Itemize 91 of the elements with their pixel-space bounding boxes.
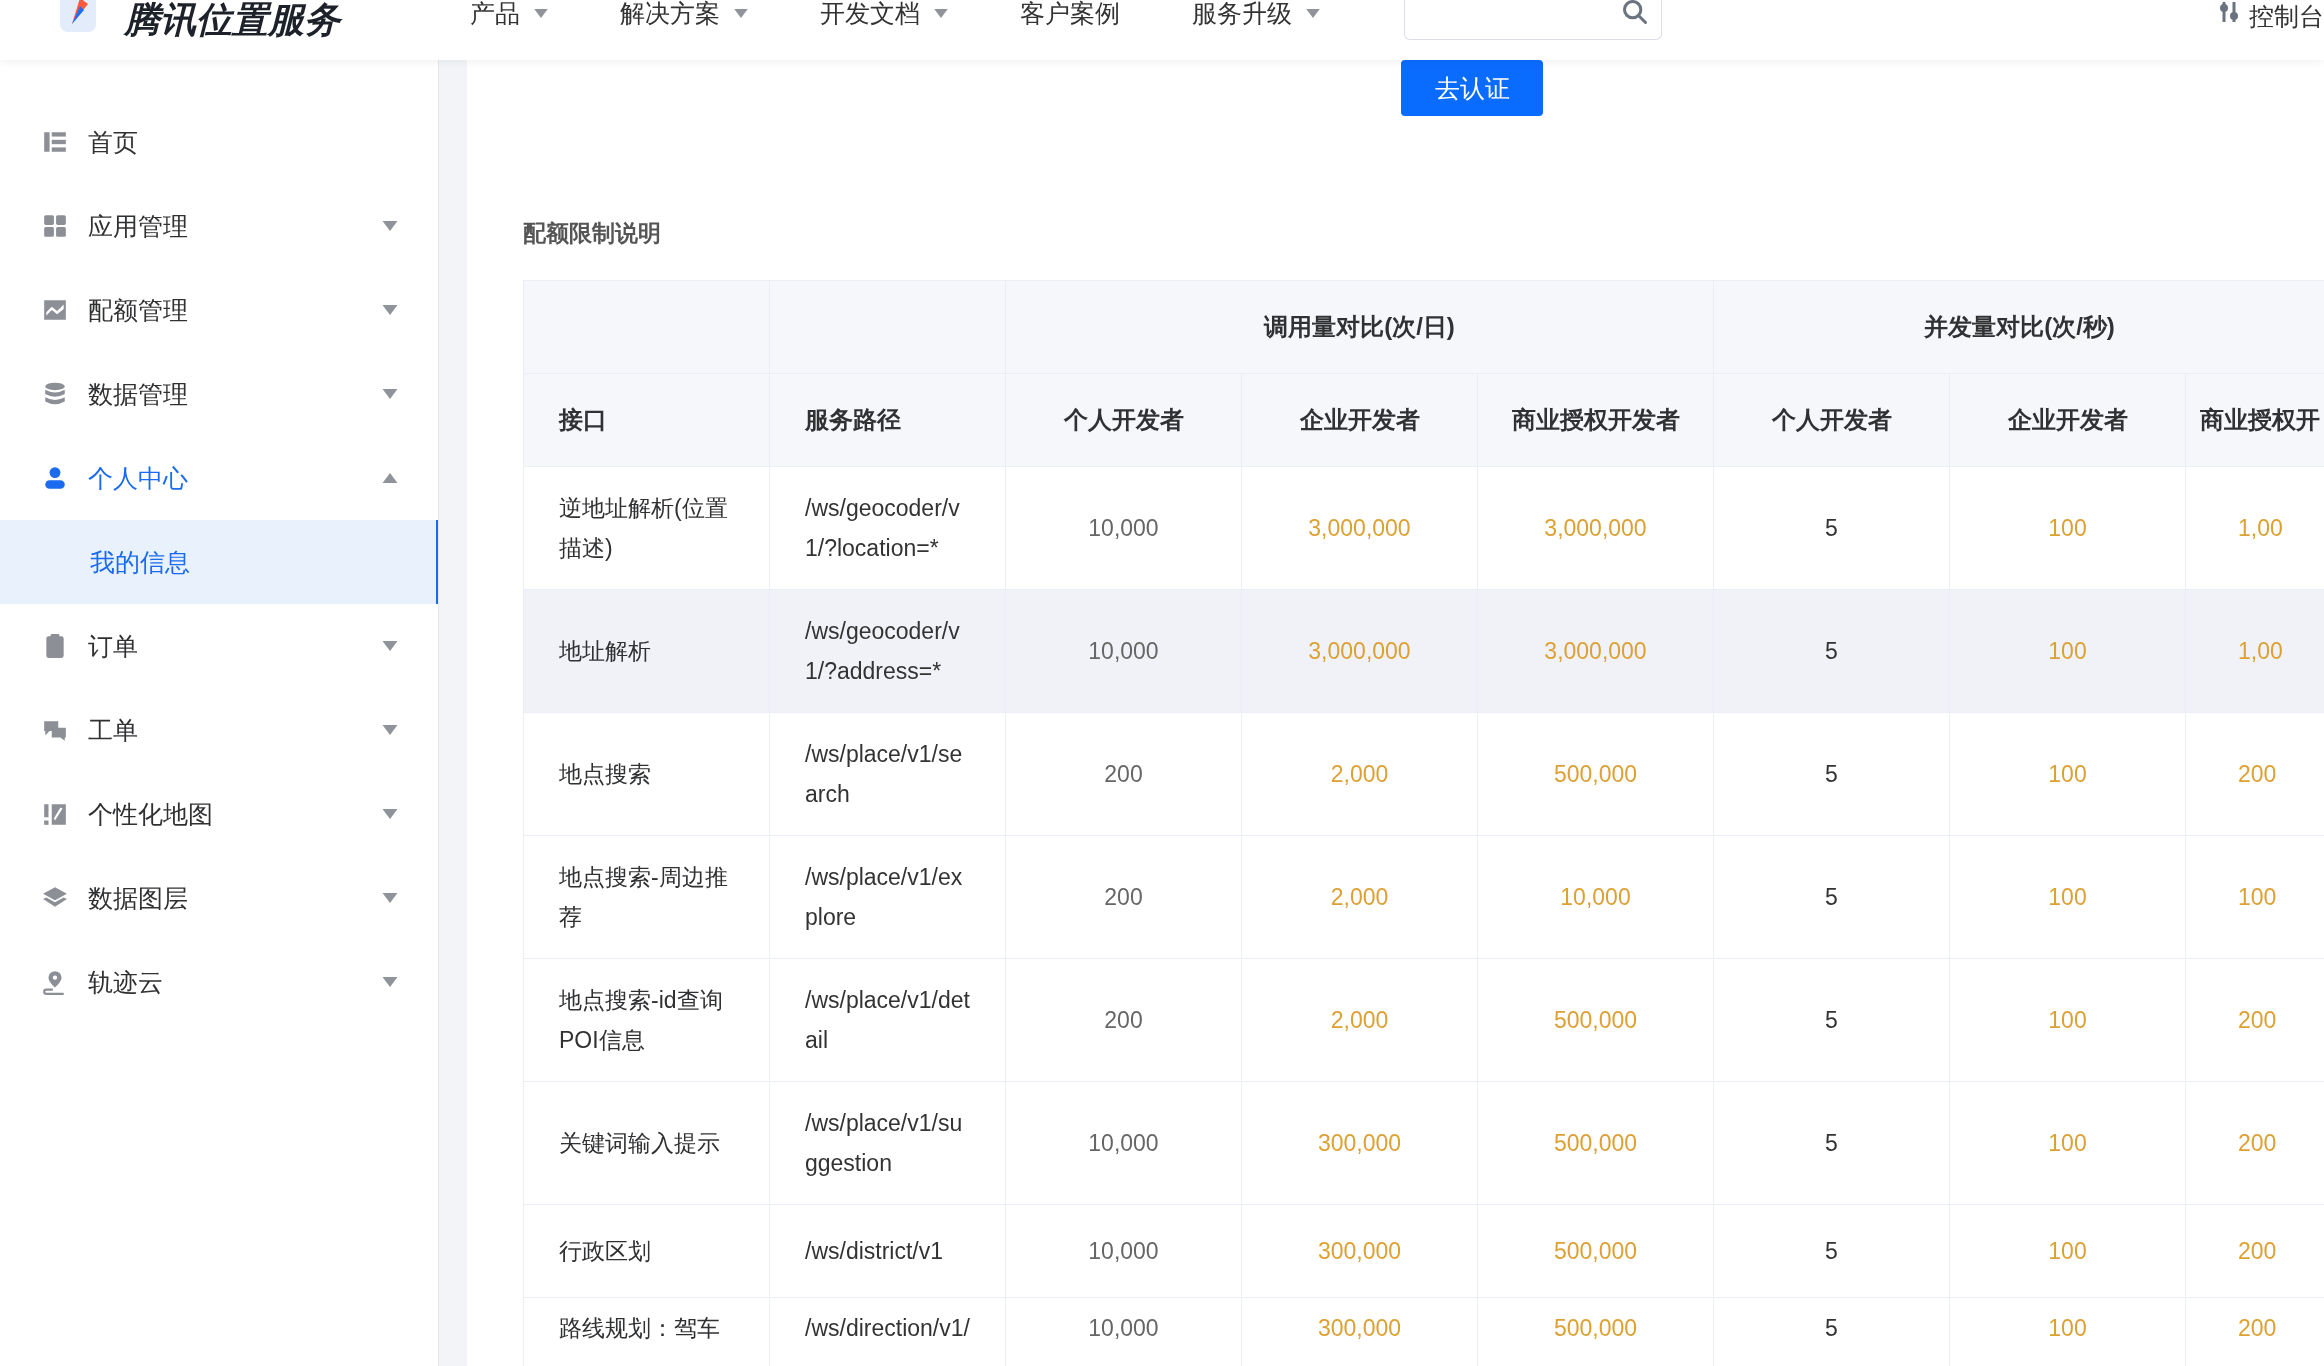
table-cell: 10,000 bbox=[1005, 1204, 1242, 1298]
table-cell: 5 bbox=[1713, 589, 1950, 713]
database-icon bbox=[42, 381, 68, 407]
table-cell: 300,000 bbox=[1241, 1081, 1478, 1205]
table-cell: /ws/geocoder/v1/?location=* bbox=[769, 466, 1006, 590]
sliders-icon bbox=[2219, 0, 2239, 24]
table-cell: /ws/place/v1/detail bbox=[769, 958, 1006, 1082]
table-cell: 3,000,000 bbox=[1241, 589, 1478, 713]
table-cell: 路线规划：驾车 bbox=[523, 1297, 770, 1366]
table-cell: 200 bbox=[1005, 712, 1242, 836]
table-cell: 10,000 bbox=[1005, 466, 1242, 590]
search-icon bbox=[1621, 0, 1649, 26]
column-header: 企业开发者 bbox=[1949, 373, 2186, 467]
table-cell: 100 bbox=[1949, 958, 2186, 1082]
column-header: 商业授权开发者 bbox=[1477, 373, 1714, 467]
chart-icon bbox=[42, 297, 68, 323]
verify-button[interactable]: 去认证 bbox=[1401, 60, 1543, 116]
table-cell: 5 bbox=[1713, 958, 1950, 1082]
sidebar-item[interactable]: 首页 bbox=[0, 100, 438, 184]
table-cell: /ws/place/v1/suggestion bbox=[769, 1081, 1006, 1205]
nav-menu-item[interactable]: 产品 bbox=[470, 0, 548, 26]
map-icon bbox=[42, 801, 68, 827]
table-cell: 5 bbox=[1713, 712, 1950, 836]
nav-menu-item[interactable]: 开发文档 bbox=[820, 0, 948, 26]
sidebar-item[interactable]: 数据图层 bbox=[0, 856, 438, 940]
table-cell: 100 bbox=[1949, 835, 2186, 959]
table-cell: 3,000,000 bbox=[1477, 466, 1714, 590]
sidebar-item[interactable]: 配额管理 bbox=[0, 268, 438, 352]
table-cell: 100 bbox=[1949, 712, 2186, 836]
table-cell: 逆地址解析(位置描述) bbox=[523, 466, 770, 590]
table-cell: 5 bbox=[1713, 1081, 1950, 1205]
nav-menu-item[interactable]: 客户案例 bbox=[1020, 0, 1120, 26]
table-cell: 10,000 bbox=[1477, 835, 1714, 959]
column-group-header: 调用量对比(次/日) bbox=[1005, 280, 1714, 374]
table-cell: 地点搜索-id查询POI信息 bbox=[523, 958, 770, 1082]
table-cell: 3,000,000 bbox=[1477, 589, 1714, 713]
user-icon bbox=[42, 465, 68, 491]
table-cell: 300,000 bbox=[1241, 1204, 1478, 1298]
table-cell: 地点搜索 bbox=[523, 712, 770, 836]
sidebar-item[interactable]: 轨迹云 bbox=[0, 940, 438, 1024]
sidebar-item[interactable]: 数据管理 bbox=[0, 352, 438, 436]
table-cell: 100 bbox=[1949, 1204, 2186, 1298]
table-cell: 5 bbox=[1713, 466, 1950, 590]
table-cell: 200 bbox=[1005, 835, 1242, 959]
table-cell: /ws/place/v1/search bbox=[769, 712, 1006, 836]
caret-icon bbox=[1306, 8, 1320, 18]
nav-menu-item[interactable]: 服务升级 bbox=[1192, 0, 1320, 26]
sidebar-item[interactable]: 订单 bbox=[0, 604, 438, 688]
table-cell: 200 bbox=[1005, 958, 1242, 1082]
table-cell: 5 bbox=[1713, 1204, 1950, 1298]
table-cell: 100 bbox=[1949, 1081, 2186, 1205]
table-cell: 2,000 bbox=[1241, 712, 1478, 836]
table-cell: /ws/geocoder/v1/?address=* bbox=[769, 589, 1006, 713]
column-header: 服务路径 bbox=[769, 373, 1006, 467]
table-cell: /ws/place/v1/explore bbox=[769, 835, 1006, 959]
column-header: 个人开发者 bbox=[1005, 373, 1242, 467]
table-cell: 2,000 bbox=[1241, 958, 1478, 1082]
table-cell: 10,000 bbox=[1005, 589, 1242, 713]
grid-icon bbox=[42, 213, 68, 239]
table-cell: 10,000 bbox=[1005, 1081, 1242, 1205]
column-header: 商业授权开 bbox=[2185, 373, 2324, 467]
sidebar-item[interactable]: 工单 bbox=[0, 688, 438, 772]
table-cell: 关键词输入提示 bbox=[523, 1081, 770, 1205]
column-group-header: 并发量对比(次/秒) bbox=[1713, 280, 2324, 374]
table-cell: 500,000 bbox=[1477, 958, 1714, 1082]
table-cell: 5 bbox=[1713, 835, 1950, 959]
table-cell: 100 bbox=[1949, 589, 2186, 713]
table-cell: 行政区划 bbox=[523, 1204, 770, 1298]
table-cell: 500,000 bbox=[1477, 1081, 1714, 1205]
section-title: 配额限制说明 bbox=[523, 219, 662, 248]
table-cell: 500,000 bbox=[1477, 712, 1714, 836]
column-header: 接口 bbox=[523, 373, 770, 467]
table-cell: 2,000 bbox=[1241, 835, 1478, 959]
sidebar-item[interactable]: 个人中心 bbox=[0, 436, 438, 520]
sidebar-subitem[interactable]: 我的信息 bbox=[0, 520, 438, 604]
caret-icon bbox=[534, 8, 548, 18]
table-cell: /ws/district/v1 bbox=[769, 1204, 1006, 1298]
sidebar-item[interactable]: 个性化地图 bbox=[0, 772, 438, 856]
table-cell: 100 bbox=[1949, 466, 2186, 590]
column-header: 个人开发者 bbox=[1713, 373, 1950, 467]
table-cell: 地址解析 bbox=[523, 589, 770, 713]
list-icon bbox=[42, 129, 68, 155]
column-header: 企业开发者 bbox=[1241, 373, 1478, 467]
nav-menu-item[interactable]: 解决方案 bbox=[620, 0, 748, 26]
table-cell: 地点搜索-周边推荐 bbox=[523, 835, 770, 959]
table-cell: 500,000 bbox=[1477, 1204, 1714, 1298]
search-field[interactable] bbox=[1404, 0, 1662, 40]
caret-icon bbox=[934, 8, 948, 18]
caret-icon bbox=[734, 8, 748, 18]
sidebar-item[interactable]: 应用管理 bbox=[0, 184, 438, 268]
table-cell: 3,000,000 bbox=[1241, 466, 1478, 590]
